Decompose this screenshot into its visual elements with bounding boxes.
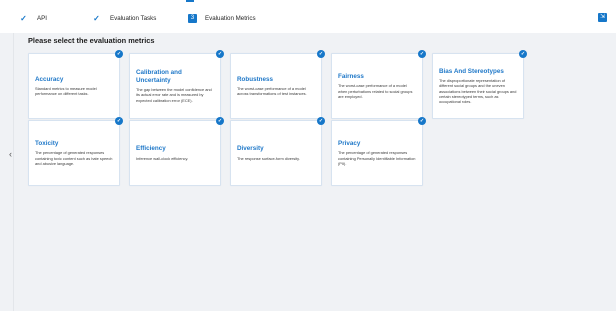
- card-title: Accuracy: [35, 75, 64, 83]
- expand-icon: ⇲: [599, 14, 606, 20]
- check-icon: ✓: [418, 117, 426, 125]
- step-number: 3: [188, 13, 197, 23]
- card-description: The worst-case performance of a model ac…: [237, 86, 307, 97]
- card-title: Privacy: [338, 139, 361, 147]
- divider: [13, 33, 14, 311]
- card-description: The gap between the model confidence and…: [136, 87, 212, 103]
- check-icon: ✓: [20, 13, 27, 23]
- card-description: Standard metrics to measure model perfor…: [35, 86, 97, 97]
- metric-card-toxicity[interactable]: ✓ Toxicity The percentage of generated r…: [28, 117, 123, 186]
- step-label: API: [37, 14, 47, 22]
- metric-card-efficiency[interactable]: ✓ Efficiency Inference wall-clock effici…: [129, 117, 224, 186]
- left-rail: [0, 33, 14, 311]
- step-api[interactable]: ✓ API: [19, 12, 47, 24]
- metric-card-privacy[interactable]: ✓ Privacy The percentage of generated re…: [331, 117, 426, 186]
- metric-card-bias-stereotypes[interactable]: ✓ Bias And Stereotypes The disproportion…: [432, 50, 527, 119]
- card-title: Fairness: [338, 72, 364, 80]
- metric-card-fairness[interactable]: ✓ Fairness The worst-case performance of…: [331, 50, 426, 119]
- check-icon: ✓: [519, 50, 527, 58]
- check-icon: ✓: [216, 117, 224, 125]
- card-description: The percentage of generated responses co…: [338, 150, 416, 166]
- card-title: Toxicity: [35, 139, 59, 147]
- check-icon: ✓: [115, 50, 123, 58]
- chevron-left-icon[interactable]: ‹: [9, 150, 12, 159]
- check-icon: ✓: [216, 50, 224, 58]
- check-icon: ✓: [317, 117, 325, 125]
- step-label: Evaluation Metrics: [205, 14, 256, 22]
- metric-card-diversity[interactable]: ✓ Diversity The response surface-form di…: [230, 117, 325, 186]
- check-icon: ✓: [317, 50, 325, 58]
- card-description: Inference wall-clock efficiency.: [136, 155, 189, 161]
- progress-indicator: [186, 0, 194, 2]
- check-icon: ✓: [418, 50, 426, 58]
- step-evaluation-tasks[interactable]: ✓ Evaluation Tasks: [92, 12, 156, 24]
- card-title: Efficiency: [136, 145, 166, 153]
- card-title: Bias And Stereotypes: [439, 67, 504, 75]
- card-title: Robustness: [237, 75, 274, 83]
- metric-card-accuracy[interactable]: ✓ Accuracy Standard metrics to measure m…: [28, 50, 123, 119]
- card-title: Calibration and Uncertainty: [136, 69, 182, 84]
- card-title: Diversity: [237, 145, 264, 153]
- card-description: The disproportionate representation of d…: [439, 78, 517, 104]
- step-label: Evaluation Tasks: [110, 14, 157, 22]
- page-title: Please select the evaluation metrics: [28, 36, 155, 45]
- expand-button[interactable]: ⇲: [598, 13, 607, 22]
- check-icon: ✓: [93, 13, 100, 23]
- step-evaluation-metrics[interactable]: 3 Evaluation Metrics: [188, 12, 256, 24]
- metric-card-robustness[interactable]: ✓ Robustness The worst-case performance …: [230, 50, 325, 119]
- metric-card-calibration[interactable]: ✓ Calibration and Uncertainty The gap be…: [129, 50, 224, 119]
- check-icon: ✓: [115, 117, 123, 125]
- card-description: The worst-case performance of a model wh…: [338, 83, 413, 99]
- card-description: The response surface-form diversity.: [237, 155, 300, 161]
- card-description: The percentage of generated responses co…: [35, 150, 113, 166]
